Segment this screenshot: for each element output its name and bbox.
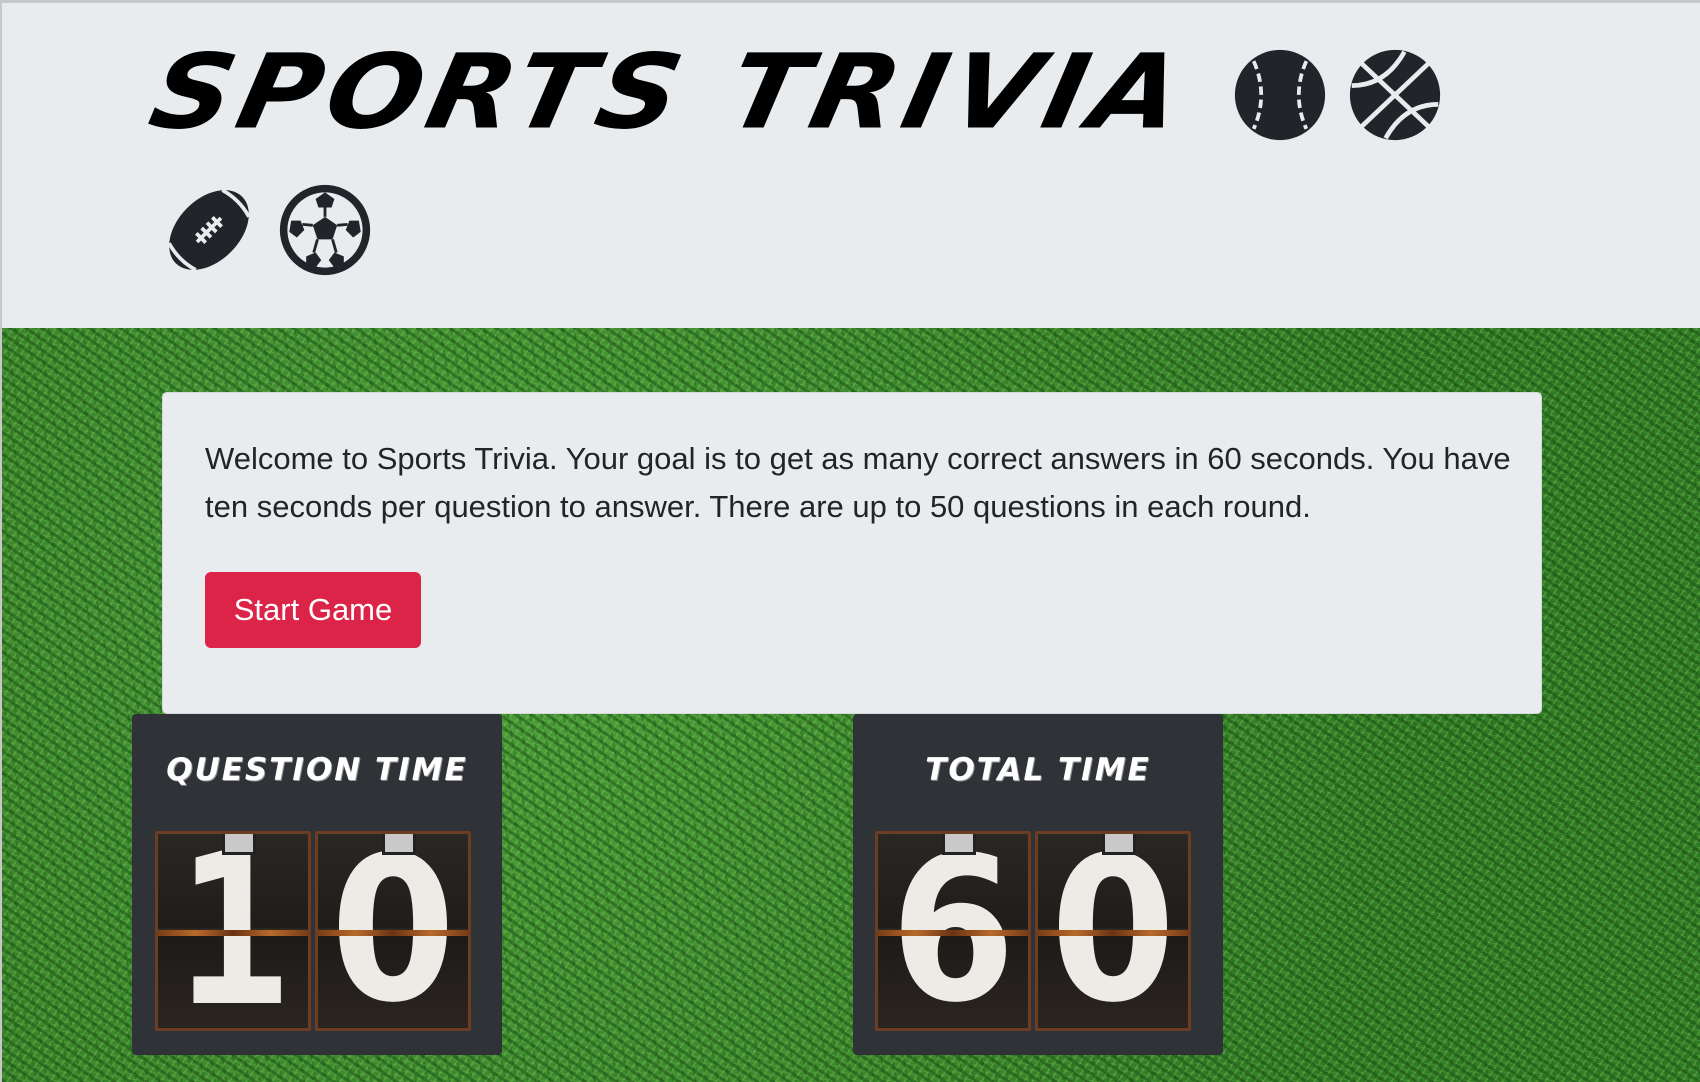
baseball-icon: [1234, 49, 1326, 141]
total-timer-digit-1: 6: [890, 831, 1016, 1031]
intro-text: Welcome to Sports Trivia. Your goal is t…: [205, 441, 1511, 524]
intro-card: Welcome to Sports Trivia. Your goal is t…: [162, 392, 1542, 714]
total-timer-digit-tens: 6: [875, 831, 1031, 1031]
soccer-ball-icon: [279, 184, 371, 276]
question-timer-digit-ones: 0: [315, 831, 471, 1031]
question-timer-digit-2: 0: [330, 831, 456, 1031]
total-timer-panel: TOTAL TIME 6 0: [853, 714, 1223, 1055]
total-timer-digit-2: 0: [1050, 831, 1176, 1031]
question-timer-panel: QUESTION TIME 1 0: [132, 714, 502, 1055]
header-banner: SPORTS TRIVIA: [2, 3, 1700, 328]
page-title: SPORTS TRIVIA: [140, 32, 1199, 153]
total-timer-digit-ones: 0: [1035, 831, 1191, 1031]
question-timer-digit-1: 1: [176, 831, 290, 1031]
basketball-icon: [1349, 49, 1441, 141]
football-icon: [167, 188, 251, 272]
question-time-label: QUESTION TIME: [166, 752, 468, 788]
question-timer-digit-tens: 1: [155, 831, 311, 1031]
total-time-label: TOTAL TIME: [925, 752, 1151, 788]
start-game-button[interactable]: Start Game: [205, 572, 421, 648]
